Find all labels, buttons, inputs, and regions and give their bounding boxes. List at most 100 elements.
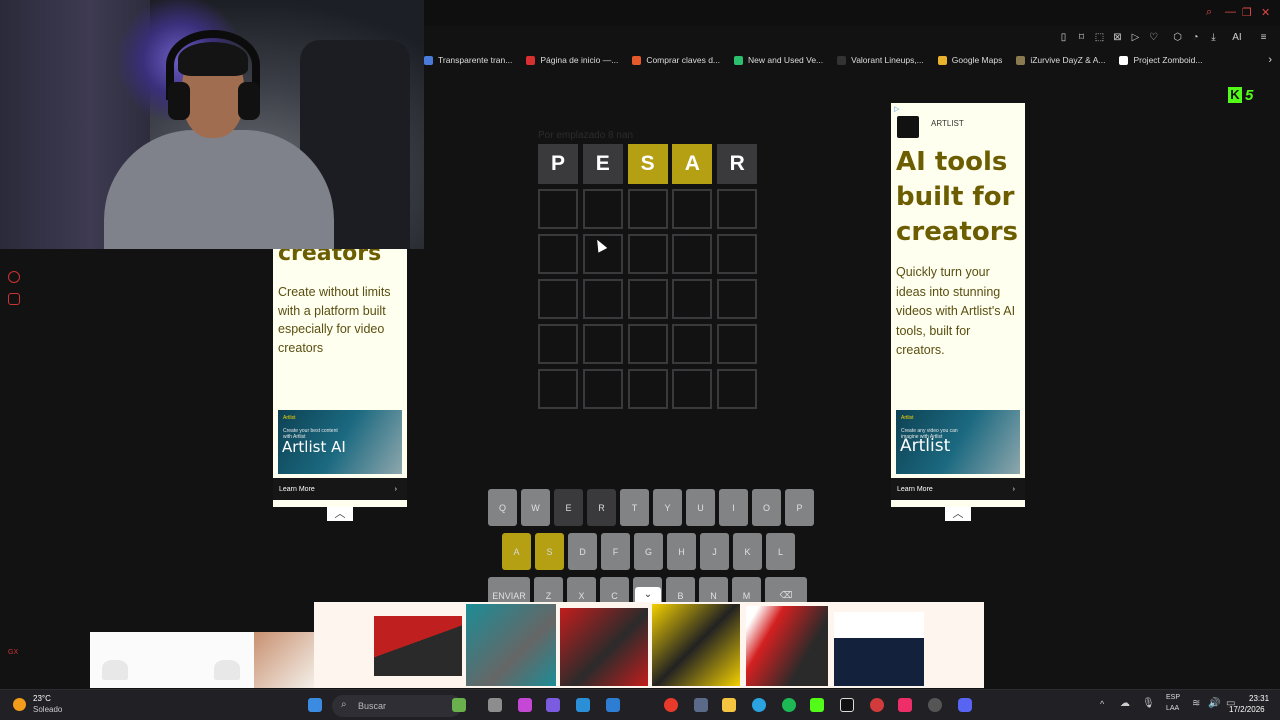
product-image[interactable]: [374, 616, 462, 676]
clock-time[interactable]: 23:31: [1249, 694, 1269, 703]
block-icon[interactable]: ⊠: [1112, 32, 1123, 43]
wifi-icon[interactable]: ≋: [1192, 698, 1200, 709]
widget-icon[interactable]: [452, 698, 466, 712]
kick-app-icon[interactable]: [810, 698, 824, 712]
key-d[interactable]: D: [568, 533, 597, 570]
shopping-banner[interactable]: [314, 602, 984, 688]
clock-icon[interactable]: [8, 271, 20, 283]
key-i[interactable]: I: [719, 489, 748, 526]
teams-icon[interactable]: [546, 698, 560, 712]
key-u[interactable]: U: [686, 489, 715, 526]
mail-icon[interactable]: [606, 698, 620, 712]
tray-chevron-icon[interactable]: ^: [1100, 699, 1104, 709]
bookmark-item[interactable]: Comprar claves d...: [632, 55, 720, 65]
lang-label[interactable]: ESP: [1166, 694, 1180, 701]
extensions-icon[interactable]: ⬡: [1172, 32, 1183, 43]
search-icon[interactable]: ⌕: [1206, 6, 1212, 19]
minimize-icon[interactable]: —: [1225, 6, 1236, 18]
taskview-icon[interactable]: [488, 698, 502, 712]
key-s[interactable]: S: [535, 533, 564, 570]
key-w[interactable]: W: [521, 489, 550, 526]
key-o[interactable]: O: [752, 489, 781, 526]
key-f[interactable]: F: [601, 533, 630, 570]
banner-collapse-button[interactable]: ⌄: [635, 587, 661, 602]
product-image[interactable]: [102, 660, 128, 680]
edge-icon[interactable]: [576, 698, 590, 712]
ad-left-collapse-button[interactable]: ︿: [327, 507, 353, 521]
menu-icon[interactable]: ≡: [1258, 32, 1269, 43]
product-image[interactable]: [746, 606, 828, 686]
key-t[interactable]: T: [620, 489, 649, 526]
start-icon[interactable]: [308, 698, 322, 712]
adchoices-icon[interactable]: ▷: [894, 105, 899, 113]
key-h[interactable]: H: [667, 533, 696, 570]
key-p[interactable]: P: [785, 489, 814, 526]
sun-icon[interactable]: [13, 698, 26, 711]
product-image[interactable]: [214, 660, 240, 680]
discord-icon[interactable]: [958, 698, 972, 712]
board-tile: P: [538, 144, 578, 184]
bookmark-item[interactable]: Transparente tran...: [424, 55, 512, 65]
settings-icon[interactable]: [8, 293, 20, 305]
network-icon[interactable]: ☁: [1120, 698, 1130, 709]
tiktok-icon[interactable]: [898, 698, 912, 712]
calculator-icon[interactable]: [694, 698, 708, 712]
chevron-up-icon: ︿: [334, 508, 346, 520]
key-l[interactable]: L: [766, 533, 795, 570]
product-image[interactable]: [834, 612, 924, 686]
copilot-icon[interactable]: [518, 698, 532, 712]
ai-button[interactable]: AI: [1226, 32, 1248, 43]
telegram-icon[interactable]: [752, 698, 766, 712]
ad-left-learn-more[interactable]: Learn More ›: [273, 478, 407, 500]
opera-icon[interactable]: [664, 698, 678, 712]
browser-title-bar: ⌕ — ❐ ✕: [424, 0, 1280, 26]
explorer-icon[interactable]: [722, 698, 736, 712]
bookmark-item[interactable]: Página de inicio —...: [526, 55, 618, 65]
ad-right-collapse-button[interactable]: ︿: [945, 507, 971, 521]
bookmark-icon[interactable]: ⌑: [1076, 32, 1087, 43]
restore-icon[interactable]: ❐: [1242, 6, 1252, 19]
key-q[interactable]: Q: [488, 489, 517, 526]
ad-left-image[interactable]: Artlist Create your best content with Ar…: [278, 410, 402, 474]
product-image[interactable]: [560, 608, 648, 686]
obs-icon[interactable]: [928, 698, 942, 712]
bookmark-item[interactable]: Valorant Lineups,...: [837, 55, 924, 65]
bookmark-item[interactable]: iZurvive DayZ & A...: [1016, 55, 1105, 65]
app-icon[interactable]: [870, 698, 884, 712]
heart-icon[interactable]: ♡: [1148, 32, 1159, 43]
bookmarks-overflow-icon[interactable]: ›: [1268, 54, 1272, 66]
shopping-banner-left[interactable]: [90, 632, 314, 688]
key-e[interactable]: E: [554, 489, 583, 526]
taskbar-search[interactable]: ⌕ Buscar: [332, 695, 462, 717]
key-g[interactable]: G: [634, 533, 663, 570]
profile-icon[interactable]: ◔: [1190, 32, 1201, 43]
chevron-right-icon: ›: [1012, 485, 1015, 493]
key-j[interactable]: J: [700, 533, 729, 570]
ad-right-image[interactable]: Artlist Create any video you can imagine…: [896, 410, 1020, 474]
ad-right[interactable]: ▷ ARTLIST AI tools built for creators Qu…: [891, 103, 1025, 507]
gx-icon[interactable]: GX: [8, 649, 18, 656]
ad-right-learn-more[interactable]: Learn More ›: [891, 478, 1025, 500]
spotify-icon[interactable]: [782, 698, 796, 712]
product-image[interactable]: [466, 604, 556, 686]
bookmark-item[interactable]: New and Used Ve...: [734, 55, 823, 65]
volume-icon[interactable]: 🔊: [1208, 698, 1220, 709]
bookmark-item[interactable]: Google Maps: [937, 55, 1002, 65]
screenshot-icon[interactable]: ⬚: [1094, 32, 1105, 43]
ad-right-body: Quickly turn your ideas into stunning vi…: [896, 265, 1016, 357]
key-k[interactable]: K: [733, 533, 762, 570]
sidebar-icon[interactable]: ▯: [1058, 32, 1069, 43]
product-image[interactable]: [652, 604, 740, 686]
tiktok-studio-icon[interactable]: [840, 698, 854, 712]
product-image[interactable]: [254, 632, 314, 688]
kick-indicator[interactable]: K 5: [1228, 86, 1260, 104]
play-icon[interactable]: ▷: [1130, 32, 1141, 43]
mic-icon[interactable]: 🎙: [1142, 698, 1155, 709]
download-icon[interactable]: ⤓: [1208, 32, 1219, 43]
key-y[interactable]: Y: [653, 489, 682, 526]
key-a[interactable]: A: [502, 533, 531, 570]
bookmark-item[interactable]: Project Zomboid...: [1119, 55, 1202, 65]
close-icon[interactable]: ✕: [1261, 6, 1270, 19]
ad-left[interactable]: creators Create without limits with a pl…: [273, 249, 407, 507]
key-r[interactable]: R: [587, 489, 616, 526]
